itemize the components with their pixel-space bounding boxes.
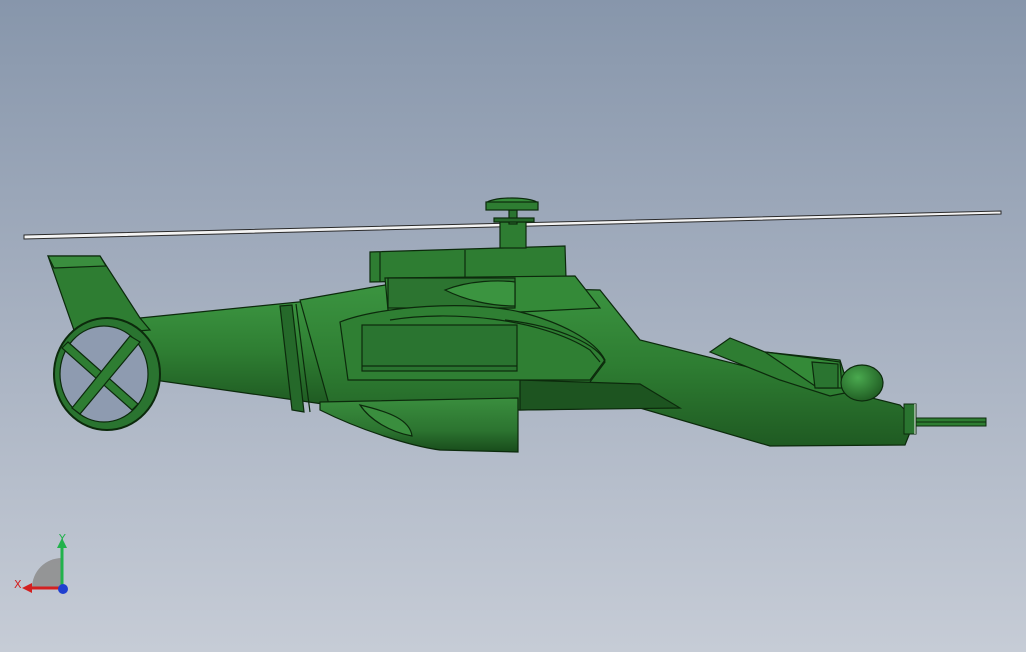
3d-viewport[interactable]: Y X	[0, 0, 1026, 652]
nose-sensor-turret	[840, 364, 884, 402]
triad-x-arrowhead	[22, 583, 32, 593]
tail-rotor	[53, 317, 161, 431]
helicopter-model[interactable]	[0, 0, 1026, 652]
engine-cowling	[369, 245, 602, 313]
triad-y-label: Y	[58, 532, 66, 545]
tail-boom	[139, 299, 331, 413]
nose-cannon	[903, 403, 987, 435]
triad-x-label: X	[14, 578, 22, 591]
axis-triad: Y X	[14, 532, 68, 594]
triad-z-axis-dot	[58, 584, 68, 594]
triad-z-plane-wedge	[32, 558, 62, 588]
weapon-pod	[319, 397, 519, 453]
